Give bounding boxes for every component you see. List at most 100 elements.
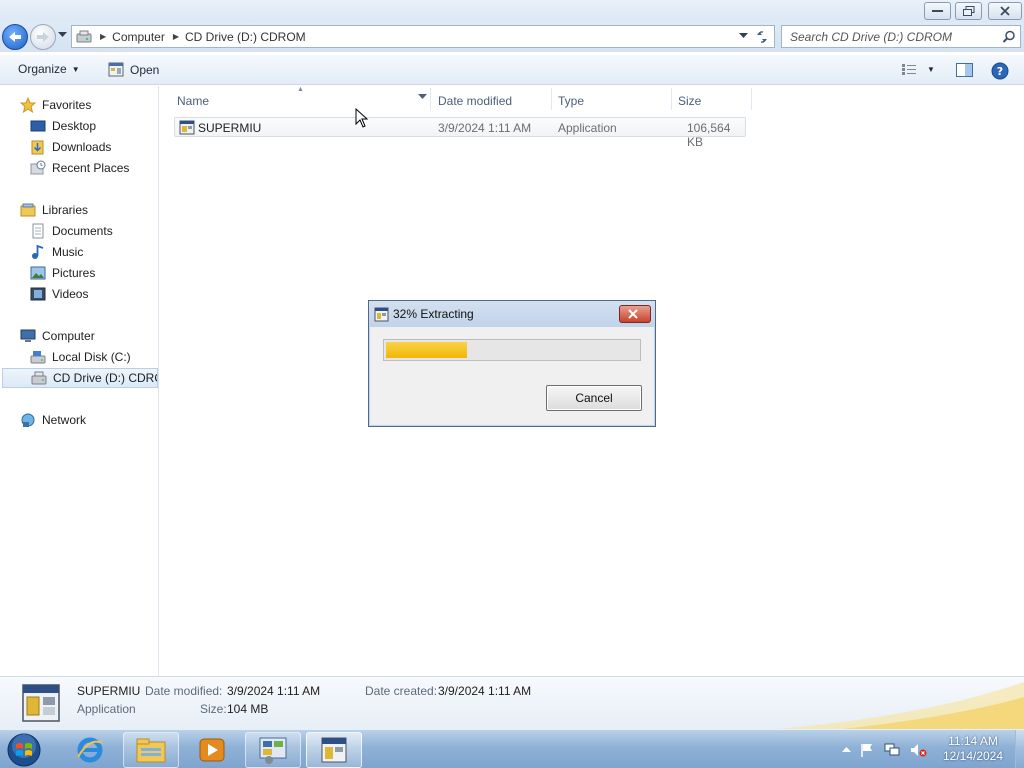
column-header-date-modified[interactable]: Date modified bbox=[438, 92, 512, 110]
network-icon[interactable] bbox=[883, 742, 901, 758]
column-header-label: Type bbox=[558, 94, 585, 108]
desktop-icon bbox=[30, 120, 46, 132]
supermiu-app-icon bbox=[321, 737, 347, 763]
breadcrumb-separator-icon[interactable]: ▶ bbox=[173, 32, 179, 41]
network-icon bbox=[21, 413, 35, 427]
music-icon bbox=[32, 244, 44, 259]
downloads-icon bbox=[31, 140, 44, 155]
open-button[interactable]: Open bbox=[108, 62, 159, 77]
taskbar-windows-explorer[interactable] bbox=[123, 732, 179, 768]
sidebar-item-music[interactable]: Music bbox=[30, 242, 83, 262]
dialog-body: Cancel bbox=[371, 327, 653, 424]
details-date-modified-value: 3/9/2024 1:11 AM bbox=[227, 684, 321, 698]
column-divider[interactable] bbox=[551, 88, 552, 110]
dialog-close-button[interactable] bbox=[619, 305, 651, 323]
sidebar-item-downloads[interactable]: Downloads bbox=[30, 137, 111, 157]
internet-explorer-icon bbox=[77, 737, 103, 763]
help-button[interactable]: ? bbox=[991, 62, 1009, 80]
organize-button[interactable]: Organize ▼ bbox=[18, 62, 80, 76]
search-input[interactable]: Search CD Drive (D:) CDROM bbox=[781, 25, 1021, 48]
sidebar-item-label: Recent Places bbox=[52, 161, 130, 175]
system-clock[interactable]: 11:14 AM 12/14/2024 bbox=[934, 734, 1012, 764]
sidebar-item-pictures[interactable]: Pictures bbox=[30, 263, 95, 283]
svg-text:?: ? bbox=[997, 65, 1003, 78]
refresh-icon[interactable] bbox=[754, 29, 770, 45]
views-chevron-down-icon: ▼ bbox=[927, 65, 935, 74]
taskbar-control-panel[interactable] bbox=[245, 732, 301, 768]
address-history-dropdown-icon[interactable] bbox=[739, 33, 748, 39]
taskbar-supermiu-app[interactable] bbox=[306, 732, 362, 768]
sidebar-item-computer[interactable]: Computer bbox=[20, 326, 95, 346]
documents-icon bbox=[32, 223, 44, 239]
sidebar-item-documents[interactable]: Documents bbox=[30, 221, 113, 241]
cd-drive-address-icon bbox=[76, 30, 92, 42]
action-center-flag-icon[interactable] bbox=[859, 742, 875, 758]
organize-label: Organize bbox=[18, 62, 67, 76]
change-view-button[interactable]: ▼ bbox=[901, 63, 935, 76]
sidebar-item-libraries[interactable]: Libraries bbox=[20, 200, 88, 220]
breadcrumb-cd-drive[interactable]: CD Drive (D:) CDROM bbox=[185, 30, 306, 44]
recent-pages-dropdown-icon[interactable] bbox=[58, 32, 67, 38]
application-file-icon bbox=[179, 120, 195, 135]
details-file-type: Application bbox=[77, 702, 136, 716]
details-file-name: SUPERMIU bbox=[77, 684, 141, 698]
file-type: Application bbox=[558, 121, 617, 135]
preview-pane-button[interactable] bbox=[956, 63, 973, 77]
start-button[interactable] bbox=[4, 731, 44, 768]
sidebar-item-label: Local Disk (C:) bbox=[52, 350, 131, 364]
local-disk-icon bbox=[30, 351, 46, 364]
breadcrumb-computer[interactable]: Computer bbox=[112, 30, 165, 44]
close-button[interactable] bbox=[988, 2, 1022, 20]
details-date-created-label: Date created: bbox=[365, 684, 438, 698]
extraction-dialog: 32% Extracting Cancel bbox=[368, 300, 656, 427]
sidebar-item-videos[interactable]: Videos bbox=[30, 284, 88, 304]
show-desktop-button[interactable] bbox=[1015, 730, 1024, 768]
minimize-icon bbox=[932, 10, 943, 12]
sidebar-item-local-disk[interactable]: Local Disk (C:) bbox=[30, 347, 131, 367]
clock-date: 12/14/2024 bbox=[942, 749, 1004, 763]
media-player-icon bbox=[199, 738, 225, 762]
breadcrumb-separator-icon[interactable]: ▶ bbox=[100, 32, 106, 41]
details-pane: SUPERMIU Application Date modified: 3/9/… bbox=[0, 676, 1024, 729]
dialog-title: 32% Extracting bbox=[393, 307, 474, 321]
pictures-icon bbox=[30, 266, 46, 280]
column-divider[interactable] bbox=[751, 88, 752, 110]
sidebar-item-label: Computer bbox=[42, 329, 95, 343]
supermiu-large-icon bbox=[22, 684, 60, 722]
address-bar[interactable]: ▶ Computer ▶ CD Drive (D:) CDROM bbox=[71, 25, 775, 48]
sidebar-item-desktop[interactable]: Desktop bbox=[30, 116, 96, 136]
open-app-icon bbox=[108, 62, 124, 77]
computer-icon bbox=[20, 329, 36, 342]
search-placeholder: Search CD Drive (D:) CDROM bbox=[790, 29, 953, 44]
dialog-title-bar[interactable]: 32% Extracting bbox=[369, 301, 655, 327]
command-bar: Organize ▼ Open ▼ ? bbox=[0, 55, 1024, 85]
volume-muted-icon[interactable] bbox=[909, 742, 927, 758]
sidebar-item-label: Documents bbox=[52, 224, 113, 238]
open-label: Open bbox=[130, 62, 160, 77]
column-header-name[interactable]: Name bbox=[177, 92, 209, 110]
cancel-button[interactable]: Cancel bbox=[546, 385, 642, 411]
taskbar-media-player[interactable] bbox=[184, 732, 240, 768]
back-button[interactable] bbox=[2, 24, 28, 50]
taskbar: 11:14 AM 12/14/2024 bbox=[0, 729, 1024, 768]
column-header-size[interactable]: Size bbox=[678, 92, 701, 110]
column-header-type[interactable]: Type bbox=[558, 92, 584, 110]
column-divider[interactable] bbox=[430, 88, 431, 110]
show-hidden-icons[interactable] bbox=[842, 746, 851, 753]
column-filter-dropdown-icon[interactable] bbox=[418, 94, 427, 100]
sidebar-item-label: Downloads bbox=[52, 140, 112, 154]
clock-time: 11:14 AM bbox=[948, 734, 998, 748]
sidebar-item-recent-places[interactable]: Recent Places bbox=[30, 158, 129, 178]
sidebar-item-favorites[interactable]: Favorites bbox=[20, 95, 91, 115]
minimize-button[interactable] bbox=[924, 2, 951, 20]
file-size: 106,564 KB bbox=[687, 121, 731, 149]
column-divider[interactable] bbox=[671, 88, 672, 110]
taskbar-internet-explorer[interactable] bbox=[62, 732, 118, 768]
restore-button[interactable] bbox=[955, 2, 982, 20]
view-list-icon bbox=[902, 64, 916, 75]
search-icon[interactable] bbox=[1002, 30, 1016, 44]
table-row[interactable]: SUPERMIU 3/9/2024 1:11 AM Application 10… bbox=[174, 117, 746, 149]
sidebar-item-network[interactable]: Network bbox=[20, 410, 86, 430]
forward-button[interactable] bbox=[30, 24, 56, 50]
sidebar-item-cd-drive[interactable]: CD Drive (D:) CDROM bbox=[2, 368, 158, 388]
